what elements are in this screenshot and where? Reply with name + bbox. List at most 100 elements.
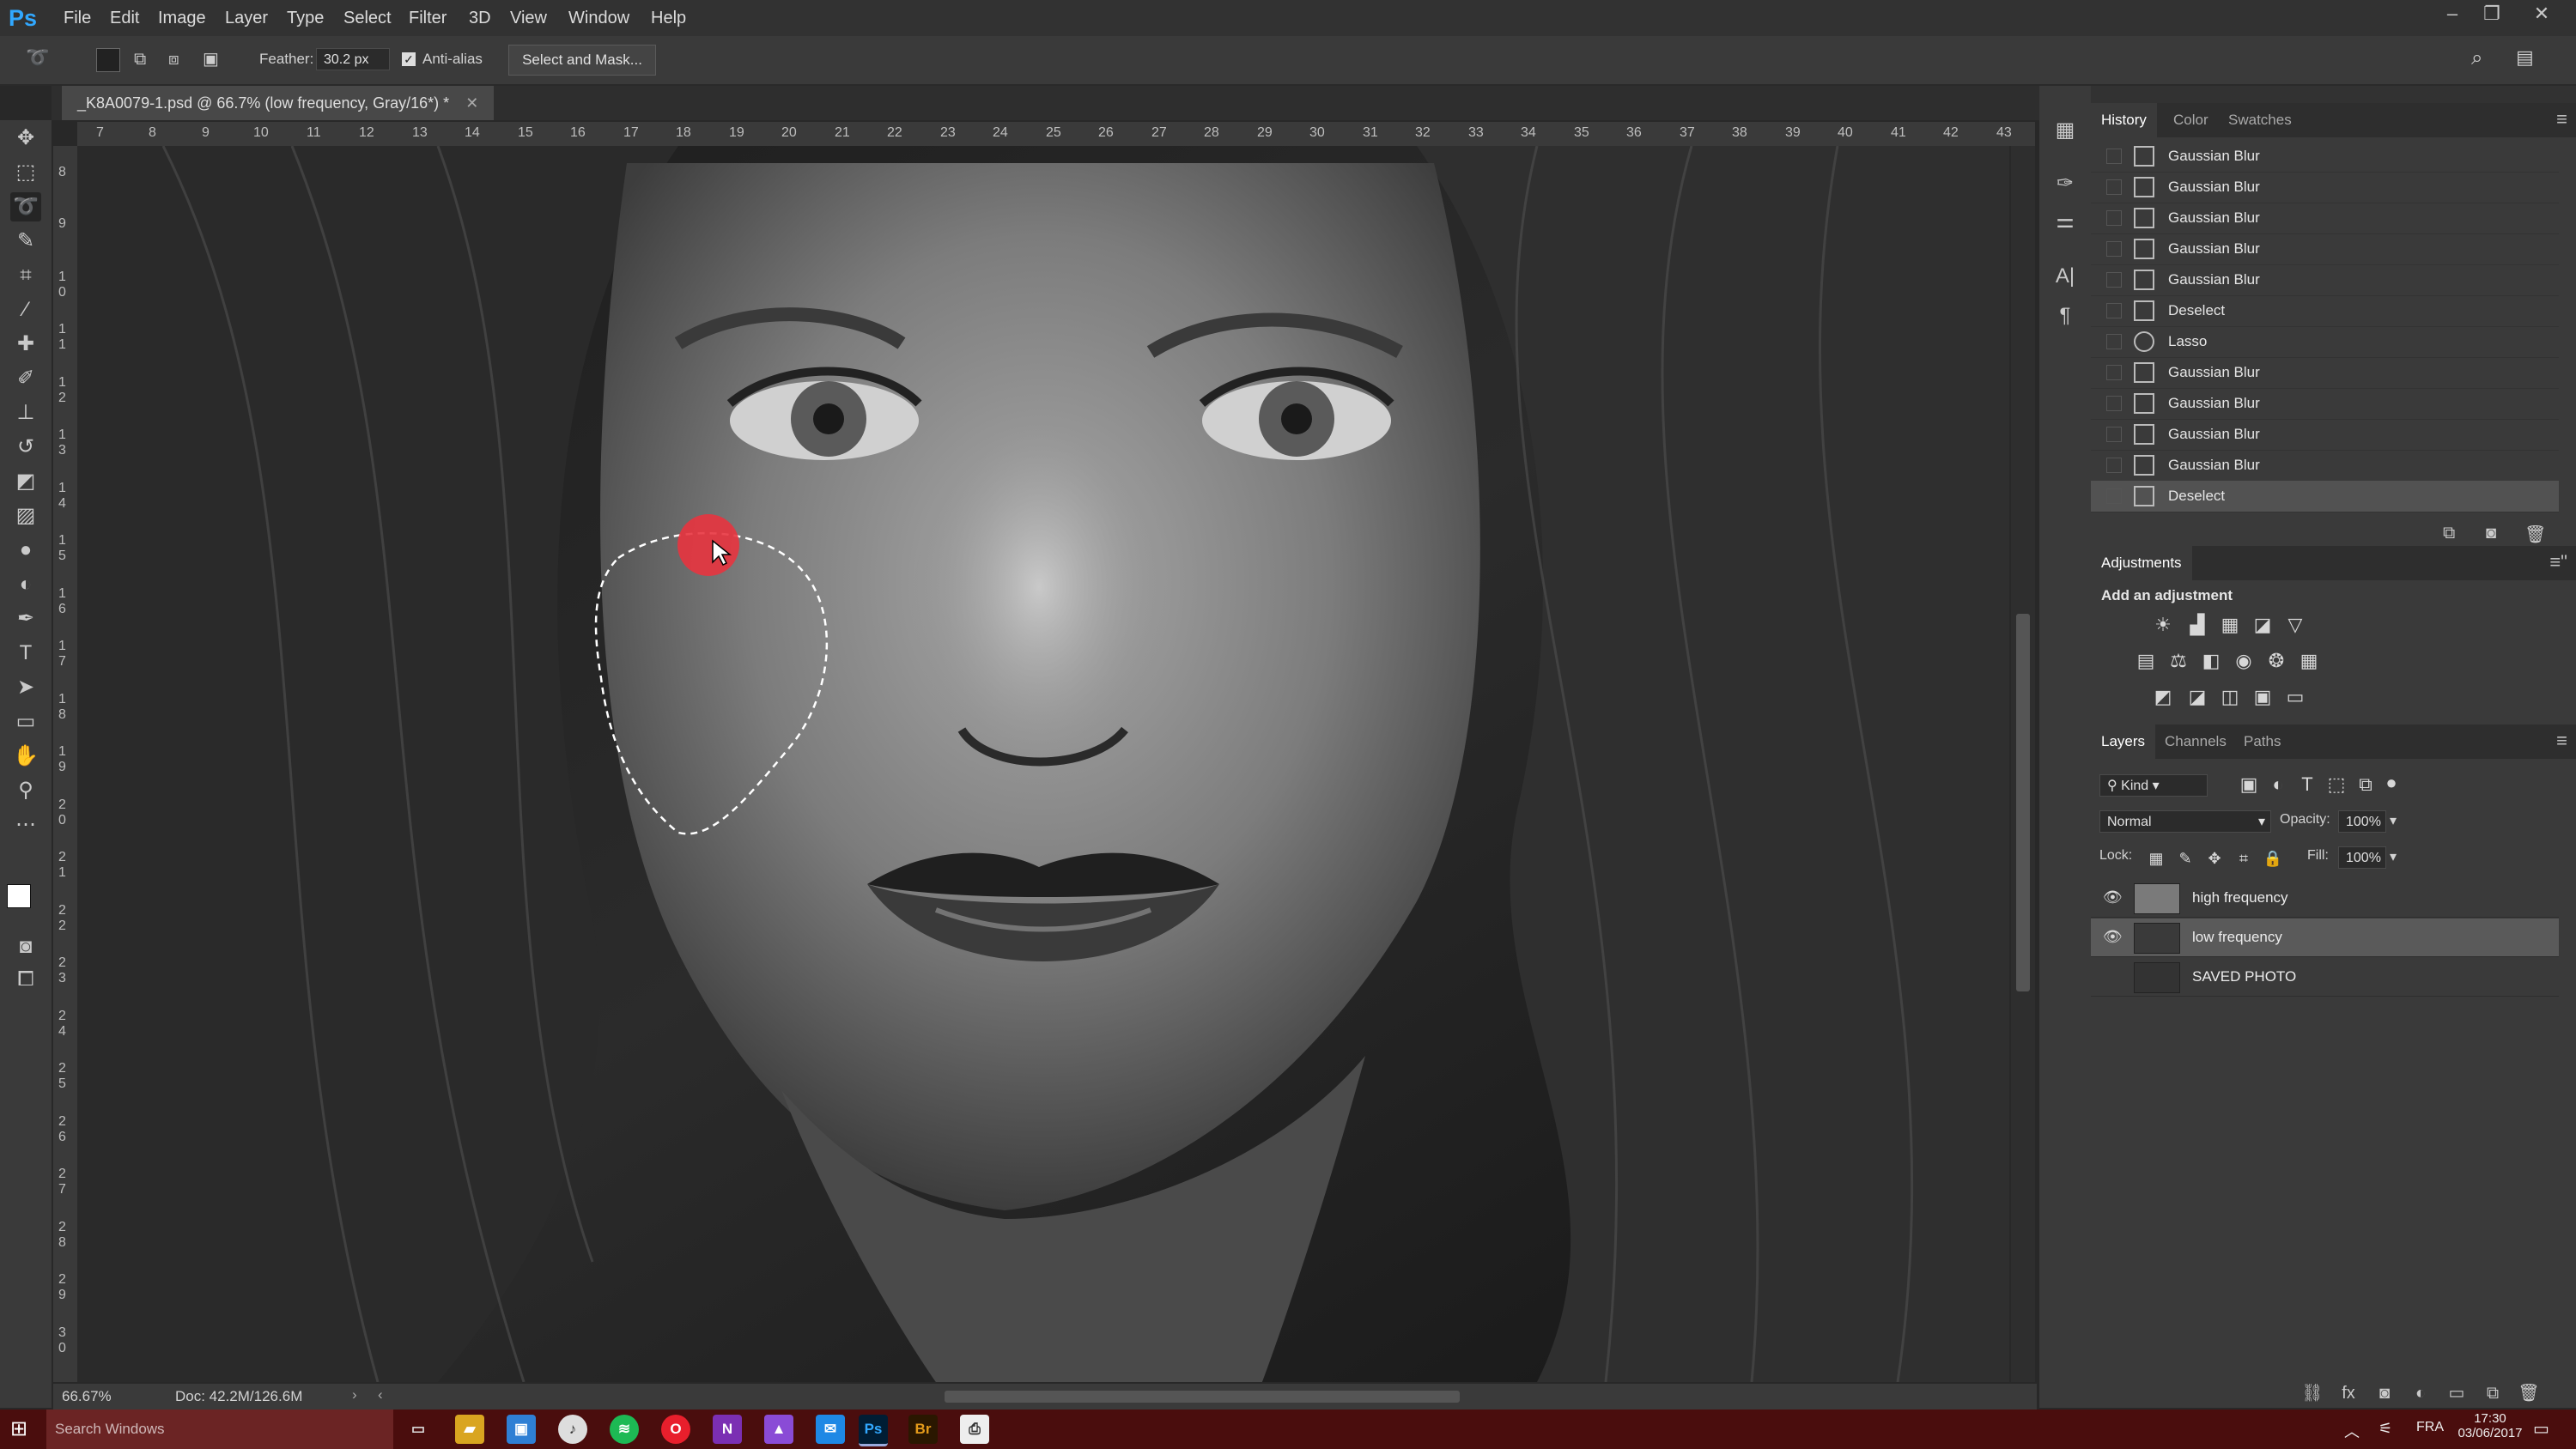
close-icon[interactable]: ✕ xyxy=(2524,0,2559,27)
history-item[interactable]: Gaussian Blur xyxy=(2091,450,2559,482)
smart-object-filter-icon[interactable]: ⧉ xyxy=(2354,773,2378,797)
dodge-tool-icon[interactable]: ◐ xyxy=(10,570,41,599)
menu-view[interactable]: View xyxy=(510,0,547,36)
minimize-icon[interactable]: – xyxy=(2435,0,2470,27)
opera-icon[interactable]: O xyxy=(661,1415,690,1444)
rectangle-tool-icon[interactable]: ▭ xyxy=(10,707,41,737)
horizontal-scroll-thumb[interactable] xyxy=(945,1391,1460,1403)
posterize-icon[interactable]: ◪ xyxy=(2185,685,2209,709)
history-item[interactable]: Deselect xyxy=(2091,295,2559,327)
taskbar-search-input[interactable]: Search Windows xyxy=(46,1410,393,1449)
photoshop-taskbar-icon[interactable]: Ps xyxy=(859,1415,888,1446)
menu-help[interactable]: Help xyxy=(651,0,686,36)
panel-menu-icon[interactable]: ≡ xyxy=(2556,108,2567,130)
pixel-filter-icon[interactable]: ▣ xyxy=(2237,773,2261,797)
add-selection-icon[interactable]: ⧉ xyxy=(134,48,156,70)
history-brush-tool-icon[interactable]: ↺ xyxy=(10,433,41,462)
vertical-scroll-thumb[interactable] xyxy=(2016,614,2030,991)
tab-swatches[interactable]: Swatches xyxy=(2218,103,2302,137)
zoom-level[interactable]: 66.67% xyxy=(62,1388,112,1405)
path-selection-tool-icon[interactable]: ➤ xyxy=(10,673,41,702)
gradient-map-icon[interactable]: ▭ xyxy=(2283,685,2307,709)
store-icon[interactable]: ▣ xyxy=(507,1415,536,1444)
new-selection-icon[interactable] xyxy=(96,48,120,72)
bridge-icon[interactable]: Br xyxy=(908,1415,938,1444)
blur-tool-icon[interactable]: ● xyxy=(10,536,41,565)
lock-pixels-icon[interactable]: ✎ xyxy=(2173,846,2197,870)
task-view-icon[interactable]: ▭ xyxy=(404,1415,433,1444)
history-item[interactable]: Gaussian Blur xyxy=(2091,388,2559,420)
screen-mode-icon[interactable]: ⧠ xyxy=(10,965,41,994)
menu-window[interactable]: Window xyxy=(568,0,629,36)
workspace-icon[interactable]: ▤ xyxy=(2516,46,2550,72)
history-item[interactable]: Gaussian Blur xyxy=(2091,357,2559,389)
menu-layer[interactable]: Layer xyxy=(225,0,268,36)
antialias-checkbox[interactable]: ✓ xyxy=(402,52,416,66)
lasso-preset-icon[interactable]: ➰ xyxy=(26,46,60,72)
threshold-icon[interactable]: ◫ xyxy=(2218,685,2242,709)
history-item-selected[interactable]: Deselect xyxy=(2091,481,2559,512)
lock-all-icon[interactable]: 🔒 xyxy=(2261,846,2285,870)
quick-selection-tool-icon[interactable]: ✎ xyxy=(10,227,41,256)
history-item[interactable]: Gaussian Blur xyxy=(2091,172,2559,203)
clock[interactable]: 17:30 03/06/2017 xyxy=(2456,1411,2524,1440)
invert-icon[interactable]: ◩ xyxy=(2151,685,2175,709)
character-icon[interactable]: A| xyxy=(2048,261,2082,292)
document-tab[interactable]: _K8A0079-1.psd @ 66.7% (low frequency, G… xyxy=(62,86,495,120)
lasso-tool-icon[interactable]: ➰ xyxy=(10,192,41,221)
new-document-from-state-icon[interactable]: ⧉ xyxy=(2443,524,2469,546)
type-filter-icon[interactable]: T xyxy=(2295,773,2319,797)
trash-icon[interactable]: 🗑 xyxy=(2524,524,2550,546)
menu-select[interactable]: Select xyxy=(343,0,392,36)
file-explorer-icon[interactable]: ▰ xyxy=(455,1415,484,1444)
brightness-contrast-icon[interactable]: ☀ xyxy=(2151,613,2175,637)
close-tab-icon[interactable]: ✕ xyxy=(465,94,478,112)
tab-channels[interactable]: Channels xyxy=(2154,724,2237,759)
move-tool-icon[interactable]: ✥ xyxy=(10,124,41,153)
history-item[interactable]: Gaussian Blur xyxy=(2091,233,2559,265)
history-item[interactable]: Gaussian Blur xyxy=(2091,141,2559,173)
layer-kind-filter[interactable]: ⚲ Kind ▾ xyxy=(2099,774,2208,797)
clone-stamp-tool-icon[interactable]: ⊥ xyxy=(10,398,41,427)
channel-mixer-icon[interactable]: ❂ xyxy=(2264,649,2288,673)
color-balance-icon[interactable]: ⚖ xyxy=(2166,649,2190,673)
pen-tool-icon[interactable]: ✒ xyxy=(10,604,41,634)
opacity-input[interactable]: 100% xyxy=(2338,810,2386,833)
visibility-eye-icon[interactable]: 👁 xyxy=(2103,888,2123,906)
tab-layers[interactable]: Layers xyxy=(2091,724,2156,759)
menu-file[interactable]: File xyxy=(64,0,91,36)
eyedropper-tool-icon[interactable]: ⁄ xyxy=(10,295,41,324)
subtract-selection-icon[interactable]: ⧈ xyxy=(168,48,191,70)
restore-icon[interactable]: ❐ xyxy=(2475,0,2509,27)
tray-expand-icon[interactable]: ︿ xyxy=(2344,1420,2360,1442)
printer-icon[interactable]: ⎙ xyxy=(960,1415,989,1444)
mail-icon[interactable]: ✉ xyxy=(816,1415,845,1444)
tab-paths[interactable]: Paths xyxy=(2233,724,2291,759)
exposure-icon[interactable]: ◪ xyxy=(2251,613,2275,637)
eraser-tool-icon[interactable]: ◩ xyxy=(10,467,41,496)
hue-saturation-icon[interactable]: ▤ xyxy=(2134,649,2158,673)
document-canvas[interactable] xyxy=(77,146,2009,1382)
more-tools-icon[interactable]: ⋯ xyxy=(10,810,41,840)
panel-menu-icon[interactable]: ≡" xyxy=(2549,551,2567,573)
history-item[interactable]: Gaussian Blur xyxy=(2091,264,2559,296)
select-and-mask-button[interactable]: Select and Mask... xyxy=(508,45,656,76)
levels-icon[interactable]: ▟ xyxy=(2185,613,2209,637)
properties-icon[interactable]: ▦ xyxy=(2048,115,2082,146)
spotify-icon[interactable]: ≋ xyxy=(610,1415,639,1444)
fill-dropdown-icon[interactable]: ▾ xyxy=(2390,848,2397,865)
visibility-eye-icon[interactable]: 👁 xyxy=(2103,927,2123,946)
horizontal-scrollbar[interactable] xyxy=(378,1384,2009,1410)
menu-edit[interactable]: Edit xyxy=(110,0,139,36)
color-lookup-icon[interactable]: ▦ xyxy=(2297,649,2321,673)
opacity-dropdown-icon[interactable]: ▾ xyxy=(2390,812,2397,829)
brush-tool-icon[interactable]: ✐ xyxy=(10,364,41,393)
new-layer-icon[interactable]: ⧉ xyxy=(2480,1382,2506,1404)
itunes-icon[interactable]: ♪ xyxy=(558,1415,587,1444)
healing-brush-tool-icon[interactable]: ✚ xyxy=(10,330,41,359)
fill-input[interactable]: 100% xyxy=(2338,846,2386,869)
menu-image[interactable]: Image xyxy=(158,0,206,36)
status-arrow-icon[interactable]: › xyxy=(352,1386,357,1404)
visual-studio-icon[interactable]: ▲ xyxy=(764,1415,793,1444)
crop-tool-icon[interactable]: ⌗ xyxy=(10,261,41,290)
